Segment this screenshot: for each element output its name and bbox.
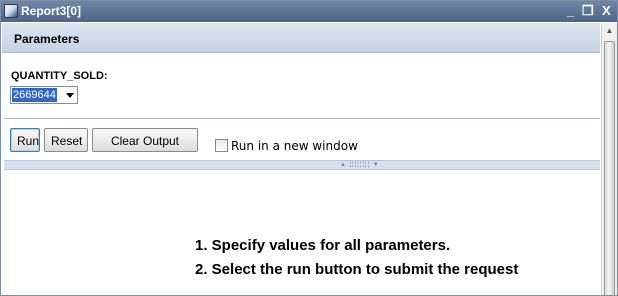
quantity-sold-select[interactable]: 2669644 bbox=[10, 86, 78, 104]
reset-button[interactable]: Reset bbox=[44, 128, 88, 152]
divider bbox=[4, 118, 600, 119]
parameters-header-label: Parameters bbox=[14, 32, 80, 46]
quantity-sold-label: QUANTITY_SOLD: bbox=[11, 70, 108, 82]
scrollbar-thumb[interactable] bbox=[604, 41, 615, 295]
chevron-down-icon[interactable] bbox=[66, 93, 74, 98]
new-window-label: Run in a new window bbox=[231, 139, 358, 153]
restore-button[interactable]: ❐ bbox=[582, 3, 594, 19]
clear-output-button[interactable]: Clear Output bbox=[92, 128, 198, 152]
parameters-panel-header[interactable]: Parameters bbox=[2, 23, 600, 53]
instruction-line-2: 2. Select the run button to submit the r… bbox=[195, 261, 519, 278]
splitter-handle[interactable]: ▲ ¦¦¦¦¦¦¦¦ ▼ bbox=[4, 160, 600, 170]
splitter-grip-icon: ▲ ¦¦¦¦¦¦¦¦ ▼ bbox=[340, 162, 380, 168]
parameters-panel: QUANTITY_SOLD: 2669644 Run Reset Clear O… bbox=[2, 53, 600, 295]
window-title: Report3[0] bbox=[21, 4, 82, 18]
report-app-icon bbox=[4, 4, 18, 18]
title-bar[interactable]: Report3[0] _ ❐ X bbox=[1, 1, 617, 22]
instructions: 1. Specify values for all parameters. 2.… bbox=[195, 234, 518, 282]
minimize-button[interactable]: _ bbox=[567, 3, 574, 19]
instruction-line-1: 1. Specify values for all parameters. bbox=[195, 237, 451, 254]
vertical-scrollbar[interactable]: ▲ bbox=[601, 23, 617, 295]
new-window-checkbox[interactable] bbox=[215, 139, 228, 152]
quantity-sold-value: 2669644 bbox=[12, 88, 57, 102]
arrow-up-icon[interactable]: ▲ bbox=[602, 23, 617, 39]
run-button[interactable]: Run bbox=[10, 128, 40, 152]
report-window: Report3[0] _ ❐ X Parameters QUANTITY_SOL… bbox=[0, 0, 618, 296]
close-button[interactable]: X bbox=[602, 3, 611, 19]
